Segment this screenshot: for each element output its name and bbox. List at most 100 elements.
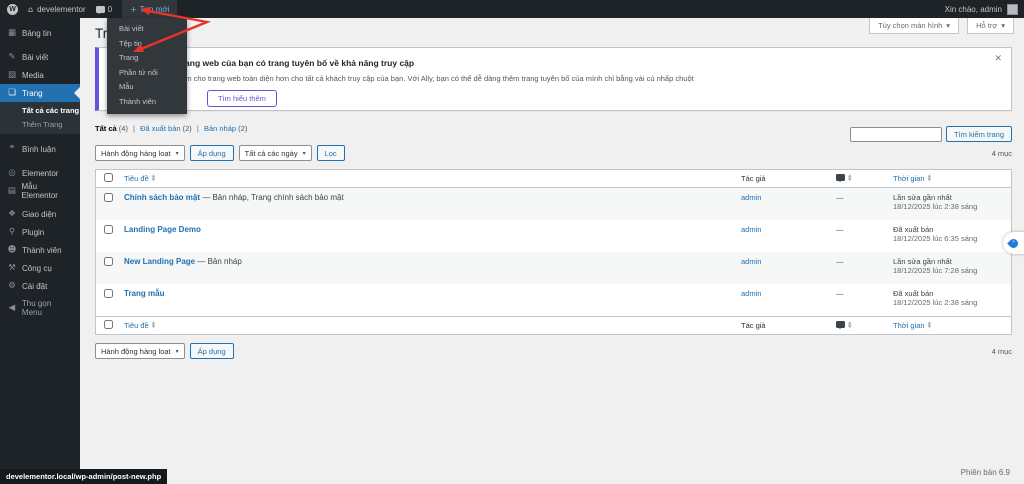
greeting-label[interactable]: Xin chào, admin: [945, 5, 1002, 14]
sort-title-header[interactable]: Tiêu đề: [124, 174, 149, 183]
table-row: Landing Page Demo admin — Đã xuất bản 18/…: [96, 220, 1011, 252]
collapse-menu-label: Thu gọn Menu: [21, 299, 52, 317]
media-icon: ▨: [7, 70, 17, 80]
row-checkbox[interactable]: [104, 193, 113, 202]
new-menu-media[interactable]: Tệp tin: [107, 37, 187, 52]
bulk-action-label: Hành động hàng loạt: [101, 148, 171, 158]
filter-all-link[interactable]: Tất cả: [95, 124, 117, 133]
sort-time-header[interactable]: Thời gian: [893, 321, 925, 330]
sort-icon: ▲ ▼: [927, 320, 932, 330]
sort-icon: ▲ ▼: [927, 173, 932, 183]
sidebar-item-elementor-templates[interactable]: ▤ Mẫu Elementor: [0, 182, 80, 200]
sidebar-item-settings[interactable]: ⚙ Cài đặt: [0, 277, 80, 295]
table-footer-row: Tiêu đề ▲ ▼ Tác giả ▲ ▼ Thời gian ▲ ▼: [96, 316, 1011, 334]
main-content: Tùy chọn màn hình ▾ Hỗ trợ ▾ Trang Trang…: [80, 18, 1024, 484]
date-filter-label: Tất cả các ngày: [244, 148, 298, 158]
avatar[interactable]: [1007, 3, 1018, 15]
page-title-link[interactable]: Landing Page Demo: [124, 225, 201, 234]
sidebar-item-posts[interactable]: ✎ Bài viết: [0, 48, 80, 66]
notice-body: Làm cho trang web toàn diện hơn cho tất …: [177, 74, 694, 83]
row-checkbox[interactable]: [104, 225, 113, 234]
page-title-link[interactable]: New Landing Page: [124, 257, 195, 266]
screen-options-button[interactable]: Tùy chọn màn hình ▾: [869, 18, 960, 34]
collapse-menu-button[interactable]: ◀ Thu gọn Menu: [0, 299, 80, 317]
new-menu-user[interactable]: Thành viên: [107, 95, 187, 110]
sidebar-item-label: Plugin: [22, 227, 45, 237]
bulk-action-select[interactable]: Hành động hàng loạt ▾: [95, 145, 185, 161]
author-link[interactable]: admin: [741, 257, 761, 266]
comments-column-icon[interactable]: [836, 174, 845, 182]
new-button-label: Tạo mới: [139, 4, 170, 14]
sidebar-item-comments[interactable]: ❝ Bình luận: [0, 140, 80, 158]
filter-published-link[interactable]: Đã xuất bản: [140, 124, 180, 133]
admin-bar-site-name[interactable]: ⌂ develementor: [28, 5, 86, 14]
close-icon[interactable]: ✕: [994, 53, 1002, 64]
sort-icon: ▲ ▼: [848, 173, 852, 183]
search-pages-button[interactable]: Tìm kiếm trang: [945, 126, 1012, 142]
sidebar-item-tools[interactable]: ⚒ Công cụ: [0, 259, 80, 277]
page-title-link[interactable]: Chính sách bảo mật: [124, 193, 200, 202]
table-nav-top: Hành động hàng loạt ▾ Áp dụng Tất cả các…: [95, 145, 1012, 161]
select-all-checkbox[interactable]: [104, 173, 113, 182]
accessibility-notice: Trang web của bạn có trang tuyên bố về k…: [95, 47, 1012, 111]
new-menu-popup[interactable]: Phần tử nổi: [107, 66, 187, 81]
pages-submenu: Tất cả các trang Thêm Trang: [0, 102, 80, 134]
sort-title-header[interactable]: Tiêu đề: [124, 321, 149, 330]
ally-floating-widget[interactable]: [1003, 232, 1024, 254]
row-checkbox[interactable]: [104, 257, 113, 266]
sort-icon: ▲ ▼: [151, 320, 156, 330]
comment-dash: —: [836, 289, 844, 298]
row-date: 18/12/2025 lúc 2:38 sáng: [893, 298, 978, 307]
appearance-icon: ❖: [8, 209, 16, 219]
sidebar-item-appearance[interactable]: ❖ Giao diện: [0, 205, 80, 223]
item-count: 4 mục: [991, 346, 1012, 356]
sort-time-header[interactable]: Thời gian: [893, 174, 925, 183]
filter-draft-link[interactable]: Bản nháp: [204, 124, 236, 133]
bulk-action-select[interactable]: Hành động hàng loạt ▾: [95, 343, 185, 359]
author-link[interactable]: admin: [741, 193, 761, 202]
filter-button[interactable]: Lọc: [316, 145, 345, 161]
author-link[interactable]: admin: [741, 289, 761, 298]
admin-bar-comments[interactable]: 0: [95, 5, 112, 14]
date-filter-select[interactable]: Tất cả các ngày ▾: [238, 145, 312, 161]
new-menu-post[interactable]: Bài viết: [107, 22, 187, 37]
submenu-all-pages[interactable]: Tất cả các trang: [0, 104, 80, 118]
sidebar-item-label: Mẫu Elementor: [21, 182, 58, 200]
new-menu-template[interactable]: Mẫu: [107, 80, 187, 95]
separator: |: [133, 124, 135, 133]
select-all-checkbox[interactable]: [104, 320, 113, 329]
sidebar-item-media[interactable]: ▨ Media: [0, 66, 80, 84]
admin-bar-new-button[interactable]: + Tạo mới: [122, 0, 178, 18]
sidebar-item-pages[interactable]: ❏ Trang: [0, 84, 80, 102]
comment-dash: —: [836, 193, 844, 202]
comment-dash: —: [836, 257, 844, 266]
users-icon: ☻: [7, 245, 17, 255]
comments-column-icon[interactable]: [836, 321, 845, 329]
learn-more-button[interactable]: Tìm hiểu thêm: [207, 90, 277, 107]
author-link[interactable]: admin: [741, 225, 761, 234]
page-state-label: — Bản nháp, Trang chính sách bảo mật: [200, 193, 344, 202]
tools-icon: ⚒: [8, 263, 16, 273]
settings-icon: ⚙: [8, 281, 16, 291]
page-title-link[interactable]: Trang mẫu: [124, 289, 164, 298]
site-name-label: develementor: [37, 4, 86, 14]
wordpress-logo-icon[interactable]: W: [7, 3, 18, 15]
new-menu-page[interactable]: Trang: [107, 51, 187, 66]
pages-table: Tiêu đề ▲ ▼ Tác giả ▲ ▼ Thời gian ▲ ▼ Chính s…: [95, 169, 1012, 335]
filter-count: (2): [238, 124, 248, 133]
sidebar-item-plugins[interactable]: ⚲ Plugin: [0, 223, 80, 241]
sidebar-item-users[interactable]: ☻ Thành viên: [0, 241, 80, 259]
submenu-add-page[interactable]: Thêm Trang: [0, 118, 80, 132]
title-header-label: Tiêu đề: [124, 321, 149, 330]
sidebar-item-label: Cài đặt: [22, 281, 48, 291]
row-checkbox[interactable]: [104, 289, 113, 298]
apply-button[interactable]: Áp dụng: [189, 145, 234, 161]
pages-icon: ❏: [8, 88, 16, 98]
sidebar-item-dashboard[interactable]: ▦ Bảng tin: [0, 24, 80, 42]
sidebar-item-elementor[interactable]: ◎ Elementor: [0, 164, 80, 182]
search-input[interactable]: [849, 126, 942, 142]
help-button[interactable]: Hỗ trợ ▾: [967, 18, 1014, 34]
apply-button[interactable]: Áp dụng: [189, 343, 234, 359]
table-header-row: Tiêu đề ▲ ▼ Tác giả ▲ ▼ Thời gian ▲ ▼: [96, 170, 1011, 188]
bulk-action-label: Hành động hàng loạt: [101, 346, 171, 356]
